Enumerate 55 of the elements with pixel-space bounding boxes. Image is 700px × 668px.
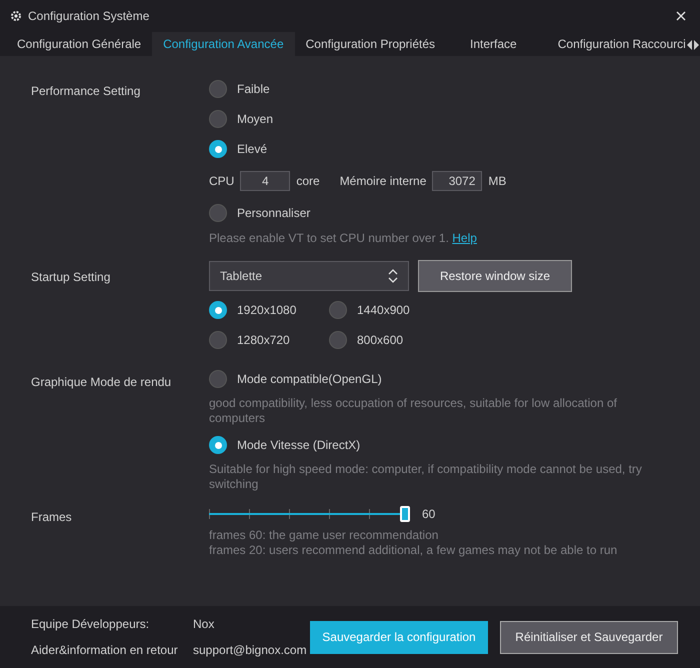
option-label: Mode Vitesse (DirectX) (237, 437, 360, 454)
info-value: support@bignox.com (193, 642, 307, 659)
restore-button[interactable]: Restore window size (418, 260, 572, 292)
memory-field[interactable]: 3072 (432, 171, 482, 191)
option-label: 800x600 (357, 332, 404, 349)
window-title: Configuration Système (28, 8, 150, 25)
close-icon[interactable] (676, 11, 686, 21)
setting-label: Graphique Mode de rendu (31, 375, 172, 389)
option-label: 1280x720 (237, 332, 290, 349)
option-label: 1920x1080 (237, 302, 296, 319)
note-text: frames 60: the game user recommendation (209, 528, 440, 543)
radio-button[interactable] (209, 140, 227, 158)
description-text: Suitable for high speed mode: computer, if compatibility mode cannot be used, try switching (209, 462, 643, 492)
radio-button[interactable] (329, 331, 347, 349)
tab[interactable]: Configuration Raccourci (546, 32, 697, 56)
option-label: Mode compatible(OpenGL) (237, 371, 382, 388)
info-value: Nox (193, 616, 216, 633)
radio-button[interactable] (209, 331, 227, 349)
gear-icon (10, 10, 22, 22)
tab[interactable]: Configuration Générale (6, 32, 152, 56)
cpu-label: CPU (209, 173, 234, 190)
tab[interactable]: Configuration Avancée (152, 32, 295, 56)
radio-button[interactable] (209, 110, 227, 128)
hint-text: Please enable VT to set CPU number over 1. Help (209, 231, 478, 246)
option-label: 1440x900 (357, 302, 410, 319)
radio-button[interactable] (209, 301, 227, 319)
setting-label: Performance Setting (31, 84, 140, 98)
note-text: frames 20: users recommend additional, a few games may not be able to run (209, 543, 618, 558)
info-label: Aider&information en retour (31, 642, 179, 659)
cpu-field[interactable]: 4 (240, 171, 290, 191)
radio-button[interactable] (209, 370, 227, 388)
radio-button[interactable] (209, 436, 227, 454)
updown-icon (388, 269, 398, 283)
tab[interactable]: Configuration Propriétés (294, 32, 446, 56)
option-label: Moyen (237, 111, 274, 128)
option-label: Personnaliser (237, 205, 310, 222)
radio-button[interactable] (209, 204, 227, 222)
option-label: Elevé (237, 141, 268, 158)
unit-label: core (296, 173, 320, 190)
scroll-arrows-icon[interactable] (686, 40, 700, 50)
radio-button[interactable] (209, 80, 227, 98)
option-label: Faible (237, 81, 270, 98)
info-label: Equipe Développeurs: (31, 616, 150, 633)
help-link[interactable]: Help (452, 231, 477, 245)
setting-label: Startup Setting (31, 270, 110, 284)
setting-label: Frames (31, 510, 72, 524)
reset-button[interactable]: Réinitialiser et Sauvegarder (500, 620, 678, 654)
slider-thumb[interactable] (400, 506, 410, 522)
tab[interactable]: Interface (446, 32, 547, 56)
value-label: 60 (422, 506, 436, 523)
memory-label: Mémoire interne (340, 173, 426, 190)
dropdown[interactable]: Tablette (209, 261, 409, 291)
radio-button[interactable] (329, 301, 347, 319)
description-text: good compatibility, less occupation of resources, suitable for low allocation of computers (209, 396, 618, 426)
unit-label: MB (488, 173, 506, 190)
